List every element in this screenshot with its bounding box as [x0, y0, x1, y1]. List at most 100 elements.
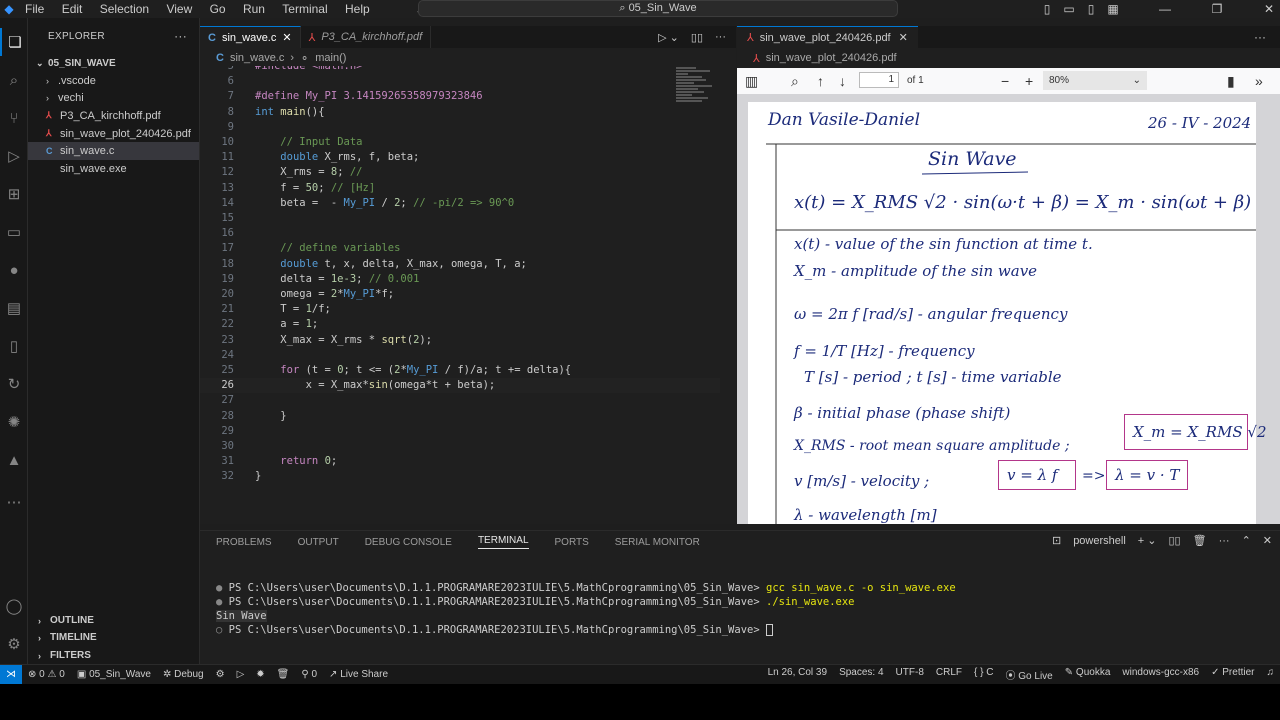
more-tools-icon[interactable]: » [1255, 73, 1263, 89]
indentation[interactable]: Spaces: 4 [833, 667, 889, 682]
bookmark-icon[interactable]: ▮ [1227, 73, 1235, 90]
tab-sin-wave-c[interactable]: Csin_wave.c ✕ [200, 26, 301, 48]
trash-icon[interactable]: 🗑 [271, 669, 296, 680]
remote-indicator-icon[interactable]: ⋊ [0, 664, 22, 685]
close-panel-icon[interactable]: ✕ [1263, 534, 1272, 547]
tab-debug-console[interactable]: DEBUG CONSOLE [365, 537, 452, 548]
breadcrumb-file[interactable]: sin_wave.c [230, 52, 284, 64]
previous-page-icon[interactable]: ↑ [817, 73, 824, 89]
code-line[interactable]: 20 omega = 2*My_PI*f; [200, 287, 720, 302]
ports-status[interactable]: ⚲ 0 [295, 669, 323, 680]
maximize-panel-icon[interactable]: ⌃ [1242, 534, 1251, 547]
tree-item-kirchhoff-pdf[interactable]: ⅄ P3_CA_kirchhoff.pdf [28, 107, 199, 125]
code-line[interactable]: 17 // define variables [200, 241, 720, 256]
code-line[interactable]: 21 T = 1/f; [200, 302, 720, 317]
code-line[interactable]: 19 delta = 1e-3; // 0.001 [200, 272, 720, 287]
code-line[interactable]: 5 #include <math.h> [200, 66, 720, 74]
tree-item-sin-wave-c[interactable]: Csin_wave.c [28, 142, 199, 160]
tree-item-plot-pdf[interactable]: ⅄ sin_wave_plot_240426.pdf [28, 125, 199, 143]
code-line[interactable]: 23 X_max = X_rms * sqrt(2); [200, 333, 720, 348]
tree-item-sin-wave-exe[interactable]: sin_wave.exe [28, 160, 199, 178]
quokka-status[interactable]: ✎ Quokka [1059, 667, 1117, 682]
find-icon[interactable]: ⌕ [791, 73, 799, 90]
live-share-status[interactable]: ↗ Live Share [323, 669, 394, 680]
code-line[interactable]: 29 [200, 424, 720, 439]
zoom-in-icon[interactable]: + [1025, 73, 1033, 89]
search-view-icon[interactable]: ⌕ [0, 66, 28, 94]
pdf-more-icon[interactable]: ··· [1254, 30, 1266, 44]
code-line[interactable]: 31 return 0; [200, 454, 720, 469]
code-line[interactable]: 6 [200, 74, 720, 89]
tab-output[interactable]: OUTPUT [298, 537, 339, 548]
tree-item-vechi[interactable]: › vechi [28, 90, 199, 108]
code-line[interactable]: 11 double X_rms, f, beta; [200, 150, 720, 165]
split-terminal-icon[interactable]: ▯▯ [1168, 534, 1180, 547]
menu-help[interactable]: Help [338, 2, 377, 16]
timeline-section[interactable]: › TIMELINE [28, 629, 200, 646]
github-icon[interactable]: ● [0, 256, 28, 284]
device-icon[interactable]: ▯ [0, 332, 28, 360]
code-editor[interactable]: 5 #include <math.h> 6 7 #define My_PI 3.1415… [200, 66, 736, 524]
menu-selection[interactable]: Selection [93, 2, 156, 16]
code-line[interactable]: 26 x = X_max*sin(omega*t + beta); [200, 378, 720, 394]
tab-ports[interactable]: PORTS [555, 537, 589, 548]
restore-icon[interactable]: ❐ [1206, 2, 1228, 16]
menu-go[interactable]: Go [203, 2, 233, 16]
page-number-input[interactable]: 1 [859, 72, 899, 88]
folder-status[interactable]: ▣ 05_Sin_Wave [71, 669, 157, 680]
command-center-search[interactable]: ⌕ 05_Sin_Wave [418, 0, 898, 17]
menu-view[interactable]: View [159, 2, 199, 16]
tab-kirchhoff-pdf[interactable]: ⅄ P3_CA_kirchhoff.pdf [300, 26, 432, 48]
code-line[interactable]: 7 #define My_PI 3.14159265358979323846 [200, 89, 720, 104]
close-tab-icon[interactable]: ✕ [899, 31, 908, 44]
code-line[interactable]: 8 int main(){ [200, 105, 720, 120]
more-views-icon[interactable]: ⋯ [0, 488, 28, 516]
run-icon[interactable]: ▷ [231, 669, 251, 680]
terminal-more-icon[interactable]: ··· [1219, 535, 1230, 547]
pages-icon[interactable]: ▤ [0, 294, 28, 322]
terminal-shell-label[interactable]: powershell [1073, 535, 1126, 547]
problems-status[interactable]: ⊗ 0 ⚠ 0 [22, 669, 71, 680]
settings-gear-icon[interactable]: ⚙ [210, 669, 231, 680]
notifications-bell-icon[interactable]: ♫ [1261, 667, 1280, 682]
workspace-root[interactable]: ⌄ 05_SIN_WAVE [28, 54, 199, 72]
pdf-breadcrumb-file[interactable]: sin_wave_plot_240426.pdf [766, 52, 897, 64]
code-line[interactable]: 27 [200, 393, 720, 408]
code-line[interactable]: 24 [200, 348, 720, 363]
code-line[interactable]: 28 } [200, 409, 720, 424]
zoom-out-icon[interactable]: − [1001, 73, 1009, 89]
terminal-output[interactable]: ● PS C:\Users\user\Documents\D.1.1.PROGR… [216, 567, 956, 665]
account-icon[interactable]: ◯ [0, 592, 28, 620]
kill-terminal-icon[interactable]: 🗑 [1193, 534, 1207, 547]
code-line[interactable]: 13 f = 50; // [Hz] [200, 181, 720, 196]
editor-more-icon[interactable]: ··· [715, 31, 726, 43]
menu-file[interactable]: File [18, 2, 51, 16]
tab-problems[interactable]: PROBLEMS [216, 537, 272, 548]
toggle-secondary-sidebar-icon[interactable]: ▯ [1080, 2, 1102, 16]
code-line[interactable]: 32} [200, 469, 720, 484]
tab-serial-monitor[interactable]: SERIAL MONITOR [615, 537, 700, 548]
go-live-status[interactable]: ⦿ Go Live [1000, 667, 1059, 682]
live-share-icon[interactable]: ↻ [0, 370, 28, 398]
run-file-icon[interactable]: ▷ ⌄ [658, 31, 679, 44]
compiler-config[interactable]: windows-gcc-x86 [1116, 667, 1205, 682]
source-control-icon[interactable]: ⑂ [0, 104, 28, 132]
line-ending[interactable]: CRLF [930, 667, 968, 682]
tree-item-vscode[interactable]: › .vscode [28, 72, 199, 90]
filters-section[interactable]: › FILTERS [28, 647, 200, 664]
breadcrumb-symbol[interactable]: main() [315, 52, 346, 64]
code-line[interactable]: 22 a = 1; [200, 317, 720, 332]
code-line[interactable]: 16 [200, 226, 720, 241]
code-line[interactable]: 14 beta = - My_PI / 2; // -pi/2 => 90^0 [200, 196, 720, 211]
remote-explorer-icon[interactable]: ▭ [0, 218, 28, 246]
explorer-more-icon[interactable]: ··· [174, 29, 187, 43]
code-line[interactable]: 12 X_rms = 8; // [200, 165, 720, 180]
outline-section[interactable]: › OUTLINE [28, 612, 200, 629]
prettier-status[interactable]: ✓ Prettier [1205, 667, 1260, 682]
minimap[interactable] [676, 66, 726, 126]
code-line[interactable]: 25 for (t = 0; t <= (2*My_PI / f)/a; t +… [200, 363, 720, 378]
debug-bug-icon[interactable]: ✹ [250, 669, 270, 680]
code-line[interactable]: 10 // Input Data [200, 135, 720, 150]
run-debug-icon[interactable]: ▷ [0, 142, 28, 170]
code-line[interactable]: 18 double t, x, delta, X_max, omega, T, … [200, 257, 720, 272]
